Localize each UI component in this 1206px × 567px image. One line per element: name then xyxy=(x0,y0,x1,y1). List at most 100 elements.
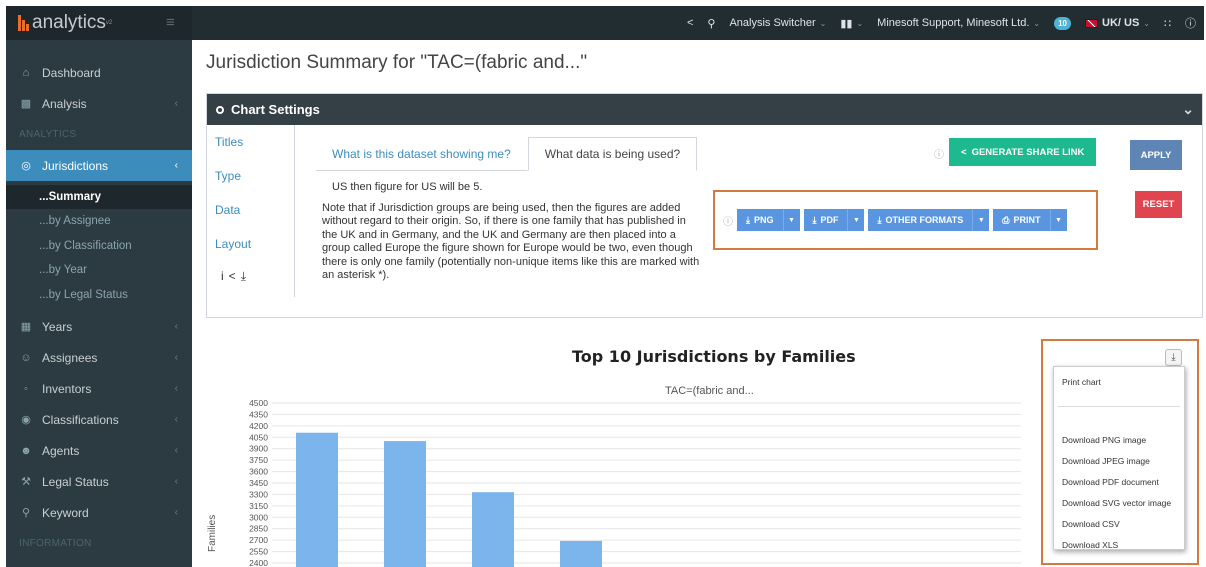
menu-item-download-svg[interactable]: Download SVG vector image xyxy=(1054,492,1184,513)
share-icon[interactable]: < xyxy=(229,269,241,283)
menu-toggle-icon[interactable]: ≡ xyxy=(166,14,175,31)
vtab-layout[interactable]: Layout xyxy=(207,227,294,261)
export-other-formats-button[interactable]: ⤓ OTHER FORMATS ▼ xyxy=(868,209,990,231)
vtab-type[interactable]: Type xyxy=(207,159,294,193)
sidebar-item-jurisdictions[interactable]: ◎ Jurisdictions ‹ xyxy=(6,150,192,181)
menu-item-download-csv[interactable]: Download CSV xyxy=(1054,513,1184,534)
sidebar-subitem-year[interactable]: ...by Year xyxy=(6,258,192,283)
menu-item-print-chart[interactable]: Print chart xyxy=(1054,371,1184,392)
bar[interactable] xyxy=(472,492,514,567)
sidebar-item-legal-status[interactable]: ⚒ Legal Status ‹ xyxy=(6,466,192,497)
y-tick-label: 3750 xyxy=(249,455,268,465)
caret-down-icon[interactable]: ▼ xyxy=(847,209,864,231)
export-pdf-button[interactable]: ⤓ PDF ▼ xyxy=(803,209,865,231)
export-png-button[interactable]: ⤓ PNG ▼ xyxy=(737,209,800,231)
brand-sup: v2 xyxy=(105,20,113,26)
info-icon[interactable]: ⓘ xyxy=(723,213,733,228)
sidebar-item-label: Jurisdictions xyxy=(42,158,109,173)
tab-paragraph: US then figure for US will be 5. xyxy=(332,181,483,193)
sidebar-item-dashboard[interactable]: ⌂ Dashboard xyxy=(6,57,192,88)
search-icon[interactable]: ⚲ xyxy=(707,17,715,30)
chevron-down-icon: ⌄ xyxy=(1143,18,1150,28)
chart-bar-icon: ▮▮ xyxy=(840,17,853,30)
sidebar-item-keyword[interactable]: ⚲ Keyword ‹ xyxy=(6,497,192,528)
sidebar-subitem-summary[interactable]: ...Summary xyxy=(6,185,192,209)
chevron-left-icon: ‹ xyxy=(174,352,178,363)
sidebar-subitem-legal-status[interactable]: ...by Legal Status xyxy=(6,283,192,308)
chart-settings-header[interactable]: Chart Settings ⌄ xyxy=(207,94,1202,125)
share-icon[interactable]: < xyxy=(687,17,693,29)
main-content: Jurisdiction Summary for "TAC=(fabric an… xyxy=(192,40,1206,567)
sidebar-item-label: Analysis xyxy=(42,96,87,111)
generate-share-link-button[interactable]: < GENERATE SHARE LINK xyxy=(949,138,1097,166)
vtab-data[interactable]: Data xyxy=(207,193,294,227)
reset-button[interactable]: RESET xyxy=(1135,191,1182,218)
menu-item-download-pdf[interactable]: Download PDF document xyxy=(1054,471,1184,492)
info-icon[interactable]: ⓘ xyxy=(934,146,944,161)
help-icon[interactable]: ⓘ xyxy=(1185,15,1196,31)
chevron-down-icon: ⌄ xyxy=(856,18,864,28)
brand-logo[interactable]: analytics v2 ≡ xyxy=(6,6,192,40)
menu-item-download-jpeg[interactable]: Download JPEG image xyxy=(1054,450,1184,471)
bar-chart: 45004350 42004050 39003750 360034503300 3150… xyxy=(249,398,1021,567)
sidebar-item-label: Keyword xyxy=(42,505,89,520)
chevron-left-icon: ‹ xyxy=(174,98,178,109)
sidebar-item-analysis[interactable]: ▩ Analysis ‹ xyxy=(6,88,192,119)
tab-data-used[interactable]: What data is being used? xyxy=(527,137,698,171)
chevron-left-icon: ‹ xyxy=(174,321,178,332)
menu-item-download-xls[interactable]: Download XLS xyxy=(1054,534,1184,555)
sidebar-item-label: Legal Status xyxy=(42,474,109,489)
y-tick-label: 3900 xyxy=(249,444,268,454)
sidebar-item-assignees[interactable]: ☺ Assignees ‹ xyxy=(6,342,192,373)
chart-menu[interactable]: ▮▮ ⌄ xyxy=(840,17,863,30)
apply-button[interactable]: APPLY xyxy=(1130,140,1182,170)
chart-context-menu-button[interactable]: ⤓ xyxy=(1165,349,1182,366)
sidebar-item-years[interactable]: ▦ Years ‹ xyxy=(6,311,192,342)
print-button[interactable]: ⎙ PRINT ▼ xyxy=(993,209,1067,231)
tab-dataset-showing[interactable]: What is this dataset showing me? xyxy=(315,137,528,171)
sidebar-item-label: Dashboard xyxy=(42,65,101,80)
y-tick-label: 4200 xyxy=(249,421,268,431)
print-icon: ⎙ xyxy=(1002,214,1010,225)
download-icon[interactable]: ⤓ xyxy=(241,269,251,283)
bar[interactable] xyxy=(560,540,602,567)
caret-down-icon[interactable]: ▼ xyxy=(782,209,800,231)
bar[interactable] xyxy=(384,441,426,567)
info-icon[interactable]: i xyxy=(221,269,229,283)
database-icon: ◉ xyxy=(21,414,31,426)
sidebar-subitem-assignee[interactable]: ...by Assignee xyxy=(6,209,192,234)
sidebar-submenu: ...Summary ...by Assignee ...by Classifi… xyxy=(6,181,192,311)
menu-item-download-png[interactable]: Download PNG image xyxy=(1054,429,1184,450)
caret-down-icon[interactable]: ▼ xyxy=(972,209,989,231)
sidebar-item-classifications[interactable]: ◉ Classifications ‹ xyxy=(6,404,192,435)
chevron-left-icon: ‹ xyxy=(174,445,178,456)
notifications[interactable]: 10 xyxy=(1054,16,1072,30)
uk-flag-icon xyxy=(1085,18,1099,28)
chevron-down-icon[interactable]: ⌄ xyxy=(1182,101,1194,118)
account-label: Minesoft Support, Minesoft Ltd. xyxy=(877,17,1030,29)
account-menu[interactable]: Minesoft Support, Minesoft Ltd. ⌄ xyxy=(877,17,1040,29)
logo-bars-icon xyxy=(18,15,29,31)
caret-down-icon[interactable]: ▼ xyxy=(1049,209,1067,231)
analysis-switcher[interactable]: Analysis Switcher ⌄ xyxy=(729,17,826,29)
fullscreen-icon[interactable]: ∷ xyxy=(1164,17,1171,30)
y-tick-label: 3450 xyxy=(249,478,268,488)
dataset-tabs: What is this dataset showing me? What da… xyxy=(315,137,698,171)
top-nav: < ⚲ Analysis Switcher ⌄ ▮▮ ⌄ Minesoft Supp… xyxy=(687,6,1196,40)
chevron-left-icon: ‹ xyxy=(174,476,178,487)
y-tick-label: 2400 xyxy=(249,558,268,567)
vtab-titles[interactable]: Titles xyxy=(207,125,294,159)
bulb-icon: ◦ xyxy=(24,382,28,395)
chevron-left-icon: ‹ xyxy=(174,383,178,394)
sidebar-item-inventors[interactable]: ◦ Inventors ‹ xyxy=(6,373,192,404)
sidebar-section-information: INFORMATION xyxy=(19,538,92,549)
share-icon: < xyxy=(961,146,967,158)
sidebar-item-agents[interactable]: ☻ Agents ‹ xyxy=(6,435,192,466)
sidebar-item-label: Assignees xyxy=(42,350,98,365)
sidebar-subitem-classification[interactable]: ...by Classification xyxy=(6,234,192,259)
menu-separator xyxy=(1058,406,1180,407)
download-icon: ⤓ xyxy=(746,214,750,225)
locale-switcher[interactable]: UK/ US ⌄ xyxy=(1085,17,1150,29)
export-label: PNG xyxy=(753,215,774,225)
bar[interactable] xyxy=(296,432,338,567)
